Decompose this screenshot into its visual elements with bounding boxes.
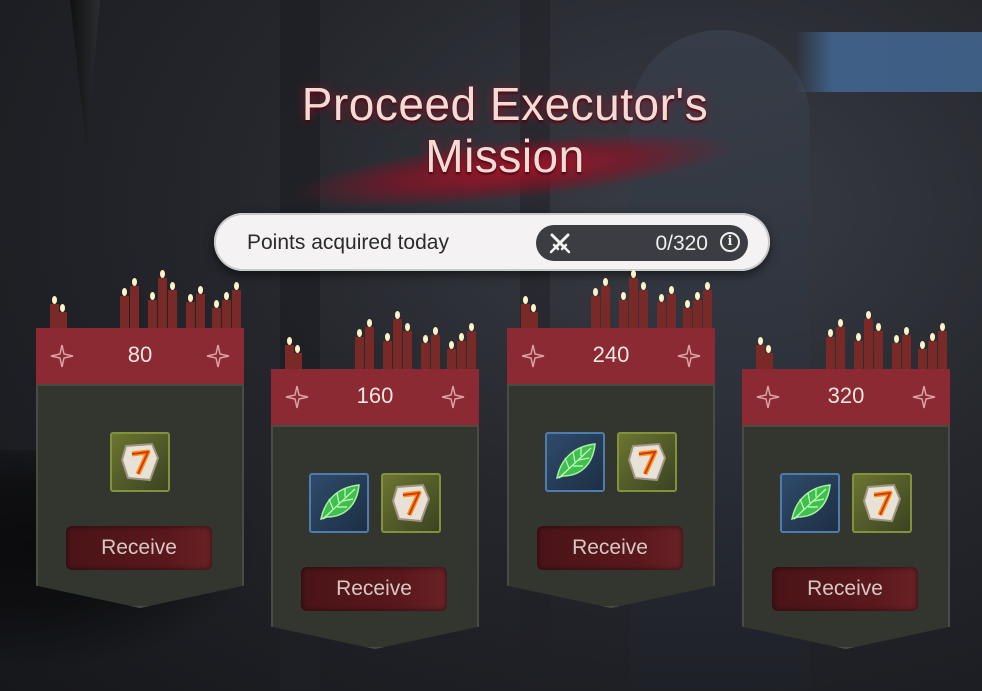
points-label: Points acquired today (247, 231, 449, 254)
sparkle-icon (677, 344, 701, 368)
reward-item[interactable]: rune-stone-icon (381, 473, 441, 533)
card-body: rune-stone-icon Receive (36, 384, 244, 608)
reward-items: green-leaf-icon rune-stone-icon (742, 473, 950, 533)
card-body: green-leaf-icon rune-stone-icon Receive (271, 425, 479, 649)
reward-item[interactable]: rune-stone-icon (110, 432, 170, 492)
background-blue-panel (795, 32, 982, 92)
points-counter: 0/320 i (536, 225, 748, 261)
points-bar: Points acquired today 0/320 i (214, 213, 770, 271)
reward-items: green-leaf-icon rune-stone-icon (271, 473, 479, 533)
reward-item[interactable]: green-leaf-icon (545, 432, 605, 492)
reward-item[interactable]: green-leaf-icon (309, 473, 369, 533)
card-body: green-leaf-icon rune-stone-icon Receive (507, 384, 715, 608)
reward-item[interactable]: rune-stone-icon (617, 432, 677, 492)
reward-card-80: 80 rune-stone-icon Receive (36, 270, 244, 608)
card-banner: 160 (271, 369, 479, 425)
card-banner: 80 (36, 328, 244, 384)
reward-card-240: 240 green-leaf-icon rune-stone-icon Rece… (507, 270, 715, 608)
reward-items: rune-stone-icon (36, 432, 244, 492)
page-title-line2: Mission (425, 130, 585, 182)
page-title-line1: Proceed Executor's (301, 78, 709, 130)
receive-button[interactable]: Receive (772, 567, 918, 611)
candles-decoration (507, 270, 715, 330)
receive-button[interactable]: Receive (537, 526, 683, 570)
reward-card-160: 160 green-leaf-icon rune-stone-icon Rece… (271, 311, 479, 649)
crossed-swords-icon (549, 233, 571, 254)
reward-items: green-leaf-icon rune-stone-icon (507, 432, 715, 492)
background-drape (70, 0, 100, 150)
candles-decoration (742, 311, 950, 371)
candles-decoration (36, 270, 244, 330)
card-banner: 320 (742, 369, 950, 425)
card-banner: 240 (507, 328, 715, 384)
receive-button[interactable]: Receive (66, 526, 212, 570)
points-value: 0/320 (655, 232, 708, 255)
receive-button[interactable]: Receive (301, 567, 447, 611)
info-icon[interactable]: i (720, 232, 740, 252)
card-body: green-leaf-icon rune-stone-icon Receive (742, 425, 950, 649)
reward-item[interactable]: green-leaf-icon (780, 473, 840, 533)
candles-decoration (271, 311, 479, 371)
sparkle-icon (441, 385, 465, 409)
reward-card-320: 320 green-leaf-icon rune-stone-icon Rece… (742, 311, 950, 649)
title-block: Proceed Executor's Mission (250, 78, 760, 182)
sparkle-icon (912, 385, 936, 409)
reward-item[interactable]: rune-stone-icon (852, 473, 912, 533)
sparkle-icon (206, 344, 230, 368)
